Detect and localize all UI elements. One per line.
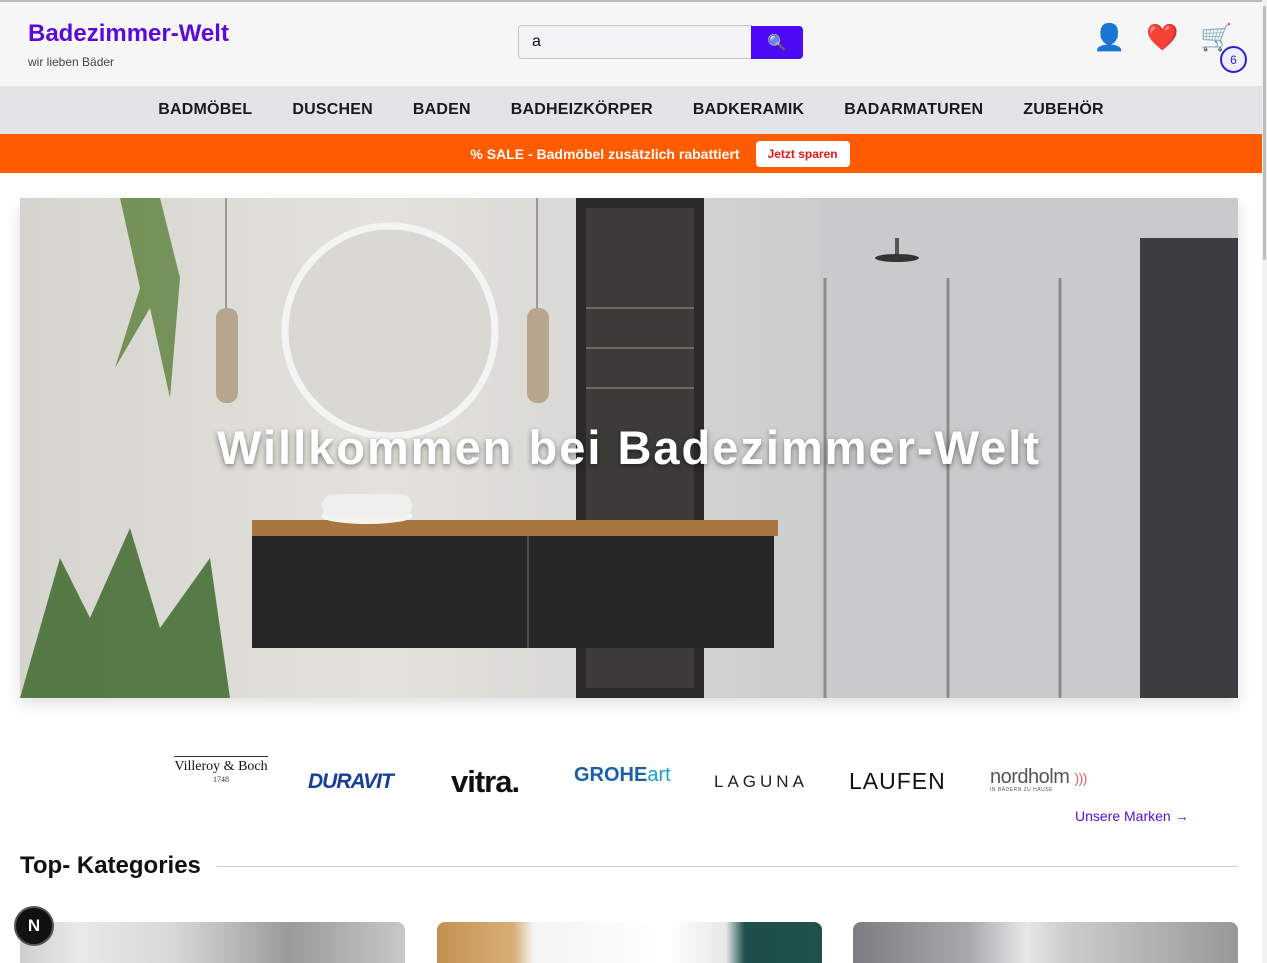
nav-item-badarmaturen[interactable]: BADARMATUREN xyxy=(844,101,983,119)
category-card[interactable] xyxy=(437,922,822,963)
nav-item-badheizkoerper[interactable]: BADHEIZKÖRPER xyxy=(511,101,653,119)
nav-item-baden[interactable]: BADEN xyxy=(413,101,471,119)
category-card[interactable] xyxy=(853,922,1238,963)
brand-nordholm[interactable]: nordholm ))) IN BÄDERN ZU HAUSE xyxy=(990,766,1087,793)
cart-count-badge: 6 xyxy=(1220,46,1247,73)
search-icon: 🔍 xyxy=(767,34,787,52)
sale-banner: % SALE - Badmöbel zusätzlich rabattiert … xyxy=(0,134,1262,173)
brand-grohe-art-suffix: art xyxy=(647,764,671,786)
brand-nordholm-slogan: IN BÄDERN ZU HAUSE xyxy=(990,787,1053,793)
sale-button[interactable]: Jetzt sparen xyxy=(755,140,850,167)
category-card[interactable] xyxy=(20,922,405,963)
brand-laufen[interactable]: LAUFEN xyxy=(849,768,946,795)
brand-laguna[interactable]: LAGUNA xyxy=(714,772,808,792)
hero-banner: Willkommen bei Badezimmer-Welt xyxy=(20,198,1238,698)
sale-text: % SALE - Badmöbel zusätzlich rabattiert xyxy=(470,145,740,162)
brand-logos: Villeroy & Boch 1748 DURAVIT vitra. GROH… xyxy=(160,748,1100,818)
wishlist-icon[interactable]: ❤️ xyxy=(1146,24,1178,50)
brand-grohe-name: GROHE xyxy=(574,764,648,786)
scrollbar-thumb[interactable] xyxy=(1263,6,1266,260)
nav-item-badkeramik[interactable]: BADKERAMIK xyxy=(693,101,804,119)
categories-heading: Top- Kategories xyxy=(20,852,201,879)
brand-grohe-art[interactable]: GROHEart xyxy=(574,764,671,787)
hero-title: Willkommen bei Badezimmer-Welt xyxy=(217,421,1041,474)
brand-villeroy-boch[interactable]: Villeroy & Boch 1748 xyxy=(170,756,272,784)
brand-villeroy-boch-name: Villeroy & Boch xyxy=(174,756,268,775)
brand-duravit[interactable]: DURAVIT xyxy=(308,770,394,794)
categories-divider xyxy=(217,866,1238,867)
nav-item-duschen[interactable]: DUSCHEN xyxy=(292,101,373,119)
all-brands-link[interactable]: Unsere Marken → xyxy=(1075,808,1189,824)
account-icon[interactable]: 👤 xyxy=(1093,24,1125,50)
nextjs-dev-badge[interactable]: N xyxy=(14,906,54,946)
search-input[interactable] xyxy=(518,25,752,59)
waves-icon: ))) xyxy=(1074,770,1087,786)
main-nav: BADMÖBEL DUSCHEN BADEN BADHEIZKÖRPER BAD… xyxy=(0,86,1262,134)
nav-item-zubehoer[interactable]: ZUBEHÖR xyxy=(1023,101,1104,119)
brand-villeroy-boch-year: 1748 xyxy=(213,775,229,784)
search-button[interactable]: 🔍 xyxy=(751,26,803,59)
nav-item-badmoebel[interactable]: BADMÖBEL xyxy=(158,101,252,119)
brand-vitra[interactable]: vitra. xyxy=(451,764,520,800)
brand-nordholm-name: nordholm xyxy=(990,766,1070,788)
site-logo[interactable]: Badezimmer-Welt xyxy=(28,20,229,48)
site-tagline: wir lieben Bäder xyxy=(28,55,115,69)
